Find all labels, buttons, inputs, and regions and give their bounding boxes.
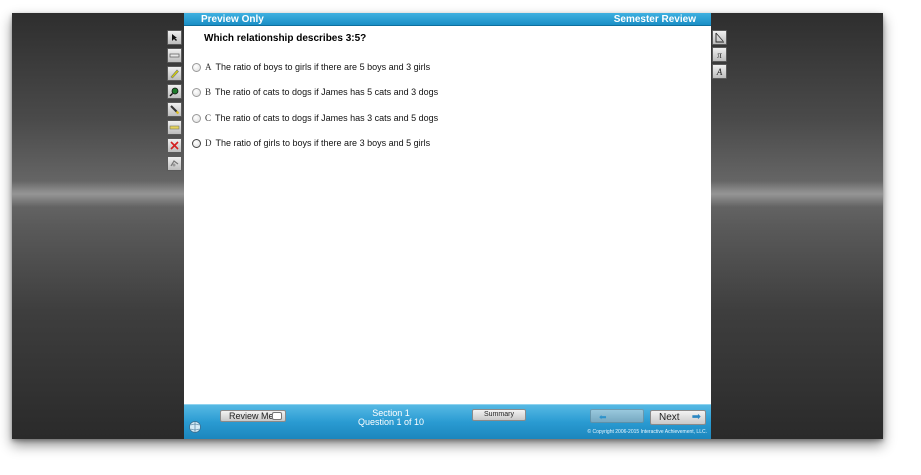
highlighter-icon[interactable]: [167, 66, 182, 81]
arrow-right-icon: ➡: [691, 411, 701, 423]
top-bar: Preview Only Semester Review: [184, 13, 711, 26]
summary-button[interactable]: Summary: [472, 409, 526, 421]
next-button[interactable]: Next ➡: [650, 410, 706, 425]
magnifier-icon[interactable]: [167, 84, 182, 99]
pi-icon[interactable]: π: [712, 47, 727, 62]
globe-logo-icon: [189, 421, 201, 433]
option-letter: C: [205, 113, 212, 123]
preview-label: Preview Only: [201, 14, 264, 25]
ruler-icon[interactable]: [167, 120, 182, 135]
question-stage: Preview Only Semester Review Which relat…: [184, 13, 711, 439]
answer-option-b[interactable]: B The ratio of cats to dogs if James has…: [192, 85, 438, 99]
pencil-icon[interactable]: [167, 102, 182, 117]
option-letter: D: [205, 138, 212, 148]
radio-button-a[interactable]: [192, 62, 201, 72]
answer-option-c[interactable]: C The ratio of cats to dogs if James has…: [192, 111, 438, 125]
protractor-icon[interactable]: [712, 30, 727, 45]
answer-option-d[interactable]: D The ratio of girls to boys if there ar…: [192, 136, 430, 150]
arrow-left-icon: ⬅: [599, 412, 607, 422]
radio-button-d[interactable]: [192, 138, 201, 148]
answer-option-a[interactable]: A The ratio of boys to girls if there ar…: [192, 60, 430, 74]
formula-icon[interactable]: A: [712, 64, 727, 79]
section-info: Section 1 Question 1 of 10: [336, 409, 446, 427]
option-letter: A: [205, 62, 212, 72]
option-text: The ratio of girls to boys if there are …: [215, 138, 431, 148]
radio-button-c[interactable]: [192, 113, 201, 123]
question-prompt: Which relationship describes 3:5?: [204, 33, 367, 44]
option-letter: B: [205, 87, 212, 97]
app-window: π A Preview Only Semester Review Which r…: [12, 13, 883, 439]
back-button[interactable]: ⬅: [590, 409, 644, 423]
bottom-bar: Review Me Section 1 Question 1 of 10 Sum…: [184, 404, 711, 439]
pointer-icon[interactable]: [167, 30, 182, 45]
clear-icon[interactable]: [167, 156, 182, 171]
assessment-title: Semester Review: [613, 14, 696, 25]
radio-button-b[interactable]: [192, 87, 201, 97]
next-label: Next: [659, 412, 680, 423]
eraser-icon[interactable]: [167, 48, 182, 63]
left-tool-palette: [167, 30, 182, 174]
copyright-text: © Copyright 2006-2015 Interactive Achiev…: [587, 429, 707, 435]
review-me-button[interactable]: Review Me: [220, 410, 286, 422]
review-me-label: Review Me: [229, 411, 274, 421]
right-tool-palette: π A: [712, 30, 727, 81]
option-text: The ratio of cats to dogs if James has 3…: [215, 113, 439, 123]
option-text: The ratio of cats to dogs if James has 5…: [215, 87, 439, 97]
review-toggle-icon[interactable]: [272, 412, 282, 420]
question-counter: Question 1 of 10: [357, 417, 425, 427]
strikethrough-icon[interactable]: [167, 138, 182, 153]
option-text: The ratio of boys to girls if there are …: [215, 62, 431, 72]
